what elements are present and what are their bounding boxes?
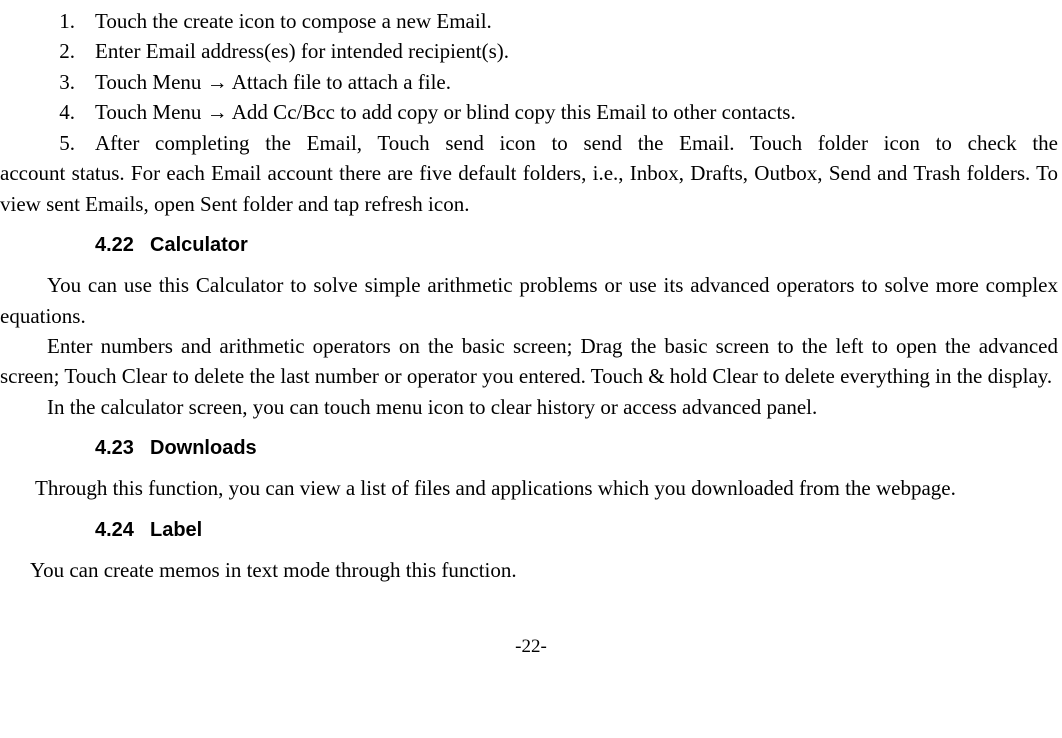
list-item: 4. Touch Menu → Add Cc/Bcc to add copy o…	[0, 97, 1062, 127]
list-number: 2.	[36, 36, 75, 66]
paragraph: Enter numbers and arithmetic operators o…	[0, 331, 1058, 392]
list-number: 1.	[36, 6, 75, 36]
list-text: Touch Menu → Add Cc/Bcc to add copy or b…	[95, 97, 1062, 127]
list-text: Touch the create icon to compose a new E…	[95, 6, 1062, 36]
section-title: Calculator	[150, 231, 248, 260]
ordered-list: 1. Touch the create icon to compose a ne…	[0, 6, 1062, 219]
section-title: Label	[150, 516, 202, 545]
page-number: -22-	[0, 633, 1062, 661]
list-item: 2. Enter Email address(es) for intended …	[0, 36, 1062, 66]
list-number: 5.	[36, 128, 75, 158]
list-text: Enter Email address(es) for intended rec…	[95, 36, 1062, 66]
section-number: 4.23	[95, 434, 150, 463]
section-heading-downloads: 4.23 Downloads	[95, 434, 1062, 463]
section-title: Downloads	[150, 434, 257, 463]
section-heading-label: 4.24 Label	[95, 516, 1062, 545]
list-item: 3. Touch Menu → Attach file to attach a …	[0, 67, 1062, 97]
list-item: 5. After completing the Email, Touch sen…	[0, 128, 1062, 158]
list-item: 1. Touch the create icon to compose a ne…	[0, 6, 1062, 36]
section-heading-calculator: 4.22 Calculator	[95, 231, 1062, 260]
paragraph: Through this function, you can view a li…	[0, 473, 1058, 503]
list-continuation: account status. For each Email account t…	[0, 158, 1062, 219]
section-number: 4.24	[95, 516, 150, 545]
list-text: Touch Menu → Attach file to attach a fil…	[95, 67, 1062, 97]
paragraph: In the calculator screen, you can touch …	[0, 392, 1058, 422]
paragraph: You can use this Calculator to solve sim…	[0, 270, 1058, 331]
list-number: 3.	[36, 67, 75, 97]
section-number: 4.22	[95, 231, 150, 260]
paragraph: You can create memos in text mode throug…	[0, 555, 1058, 585]
list-number: 4.	[36, 97, 75, 127]
list-text: After completing the Email, Touch send i…	[95, 128, 1062, 158]
